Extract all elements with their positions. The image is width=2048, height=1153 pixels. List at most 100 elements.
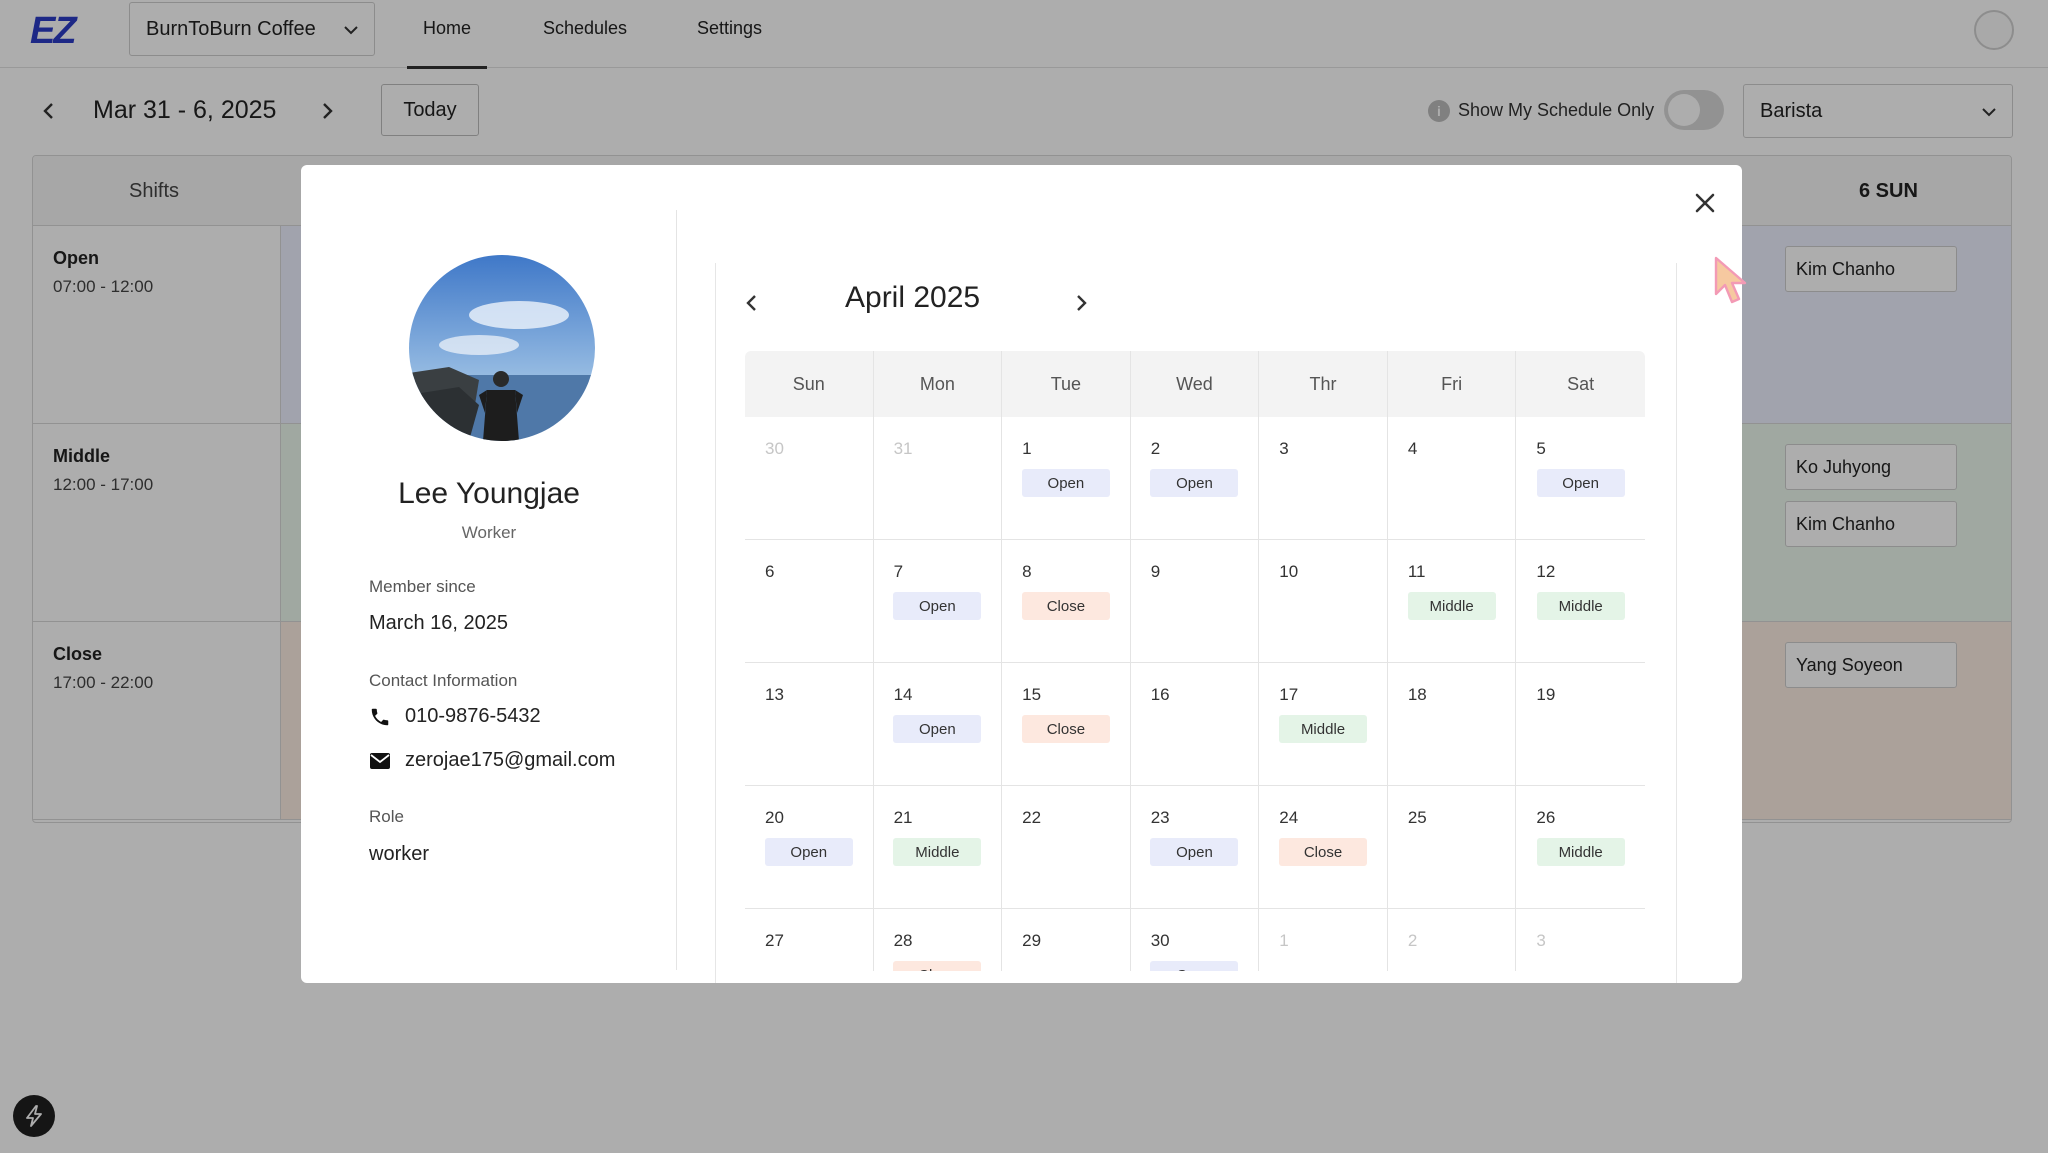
member-since-label: Member since xyxy=(369,577,476,596)
day-number: 21 xyxy=(893,808,913,827)
mail-icon xyxy=(369,750,391,772)
day-number: 12 xyxy=(1536,562,1556,581)
calendar-day-cell[interactable]: 23 Open xyxy=(1131,786,1260,908)
day-number: 10 xyxy=(1279,562,1299,581)
calendar-day-cell[interactable]: 21 Middle xyxy=(874,786,1003,908)
chevron-right-icon[interactable] xyxy=(1067,289,1095,317)
weekday-mon: Mon xyxy=(874,351,1003,417)
day-number: 8 xyxy=(1022,562,1032,581)
weekday-thr: Thr xyxy=(1259,351,1388,417)
calendar-day-cell[interactable]: 5 Open xyxy=(1516,417,1645,539)
day-number: 22 xyxy=(1022,808,1042,827)
calendar-day-cell[interactable]: 20 Open xyxy=(745,786,874,908)
day-number: 6 xyxy=(765,562,775,581)
day-number: 13 xyxy=(765,685,784,704)
day-number: 5 xyxy=(1536,439,1546,458)
chevron-left-icon[interactable] xyxy=(738,289,766,317)
day-number: 9 xyxy=(1150,562,1161,581)
shift-badge-open[interactable]: Open xyxy=(764,838,853,866)
calendar-day-cell[interactable]: 15 Close xyxy=(1002,663,1131,785)
mouse-cursor-icon xyxy=(1714,256,1748,311)
weekday-header: Sun Mon Tue Wed Thr Fri Sat xyxy=(745,351,1645,417)
calendar-day-cell[interactable]: 2 xyxy=(1388,909,1517,971)
shift-badge-close[interactable]: Close xyxy=(893,961,982,971)
calendar-day-cell[interactable]: 22 xyxy=(1002,786,1131,908)
day-number: 24 xyxy=(1279,808,1299,827)
shift-badge-open[interactable]: Open xyxy=(893,592,982,620)
day-number: 2 xyxy=(1150,439,1161,458)
day-number: 1 xyxy=(1279,931,1289,950)
calendar-day-cell[interactable]: 6 xyxy=(745,540,874,662)
shift-badge-middle[interactable]: Middle xyxy=(1536,838,1625,866)
calendar-day-cell[interactable]: 30 xyxy=(745,417,874,539)
panel-divider xyxy=(676,210,677,970)
day-number: 27 xyxy=(765,931,784,950)
shift-badge-close[interactable]: Close xyxy=(1021,592,1110,620)
calendar-day-cell[interactable]: 28 Close xyxy=(874,909,1003,971)
shift-badge-open[interactable]: Open xyxy=(1150,838,1239,866)
calendar-day-cell[interactable]: 4 xyxy=(1388,417,1517,539)
calendar-week-row: 13 14 Open 15 Close 16 17 Middle 18 19 xyxy=(745,663,1645,786)
calendar-day-cell[interactable]: 30 Open xyxy=(1131,909,1260,971)
day-number: 3 xyxy=(1279,439,1289,458)
shift-badge-close[interactable]: Close xyxy=(1021,715,1110,743)
calendar-day-cell[interactable]: 14 Open xyxy=(874,663,1003,785)
shift-badge-open[interactable]: Open xyxy=(1021,469,1110,497)
member-since-value: March 16, 2025 xyxy=(369,612,508,634)
calendar-day-cell[interactable]: 27 xyxy=(745,909,874,971)
calendar-day-cell[interactable]: 31 xyxy=(874,417,1003,539)
phone-number[interactable]: 010-9876-5432 xyxy=(405,705,541,728)
calendar-day-cell[interactable]: 19 xyxy=(1516,663,1645,785)
calendar-day-cell[interactable]: 3 xyxy=(1259,417,1388,539)
day-number: 4 xyxy=(1407,439,1418,458)
contact-info-label: Contact Information xyxy=(369,671,518,690)
close-icon[interactable] xyxy=(1691,189,1719,217)
calendar-day-cell[interactable]: 1 Open xyxy=(1002,417,1131,539)
calendar-day-cell[interactable]: 11 Middle xyxy=(1388,540,1517,662)
calendar-day-cell[interactable]: 10 xyxy=(1259,540,1388,662)
shift-badge-close[interactable]: Close xyxy=(1279,838,1368,866)
calendar-day-cell[interactable]: 2 Open xyxy=(1131,417,1260,539)
day-number: 16 xyxy=(1150,685,1170,704)
calendar-day-cell[interactable]: 1 xyxy=(1259,909,1388,971)
calendar-week-row: 20 Open 21 Middle 22 23 Open 24 Close 25 26 Middle xyxy=(745,786,1645,909)
shift-badge-middle[interactable]: Middle xyxy=(1536,592,1625,620)
day-number: 15 xyxy=(1022,685,1042,704)
shift-badge-middle[interactable]: Middle xyxy=(893,838,982,866)
calendar-day-cell[interactable]: 9 xyxy=(1131,540,1260,662)
calendar-day-cell[interactable]: 16 xyxy=(1131,663,1260,785)
calendar-day-cell[interactable]: 18 xyxy=(1388,663,1517,785)
day-number: 26 xyxy=(1536,808,1556,827)
weekday-sun: Sun xyxy=(745,351,874,417)
calendar-day-cell[interactable]: 29 xyxy=(1002,909,1131,971)
email-address[interactable]: zerojae175@gmail.com xyxy=(405,749,615,772)
shift-badge-middle[interactable]: Middle xyxy=(1407,592,1496,620)
calendar-day-cell[interactable]: 8 Close xyxy=(1002,540,1131,662)
calendar-day-cell[interactable]: 17 Middle xyxy=(1259,663,1388,785)
day-number: 1 xyxy=(1022,439,1032,458)
calendar-week-row: 27 28 Close 29 30 Open 1 2 3 xyxy=(745,909,1645,971)
calendar-day-cell[interactable]: 13 xyxy=(745,663,874,785)
day-number: 2 xyxy=(1407,931,1418,950)
day-number: 19 xyxy=(1536,685,1556,704)
calendar-day-cell[interactable]: 25 xyxy=(1388,786,1517,908)
shift-badge-open[interactable]: Open xyxy=(1150,961,1239,971)
day-number: 28 xyxy=(893,931,913,950)
calendar-day-cell[interactable]: 24 Close xyxy=(1259,786,1388,908)
role-value: worker xyxy=(369,843,430,865)
calendar-day-cell[interactable]: 26 Middle xyxy=(1516,786,1645,908)
shift-badge-open[interactable]: Open xyxy=(893,715,982,743)
shift-badge-middle[interactable]: Middle xyxy=(1279,715,1368,743)
shift-badge-open[interactable]: Open xyxy=(1536,469,1625,497)
employee-title: Worker xyxy=(461,523,517,542)
calendar-day-cell[interactable]: 12 Middle xyxy=(1516,540,1645,662)
day-number: 30 xyxy=(765,439,784,458)
shift-badge-open[interactable]: Open xyxy=(1150,469,1239,497)
day-number: 3 xyxy=(1536,931,1546,950)
calendar-month-title: April 2025 xyxy=(845,281,981,314)
calendar-day-cell[interactable]: 7 Open xyxy=(874,540,1003,662)
calendar-day-cell[interactable]: 3 xyxy=(1516,909,1645,971)
role-label: Role xyxy=(369,807,404,826)
calendar-week-row: 30 31 1 Open 2 Open 3 4 5 Open xyxy=(745,417,1645,540)
day-number: 11 xyxy=(1407,562,1426,581)
